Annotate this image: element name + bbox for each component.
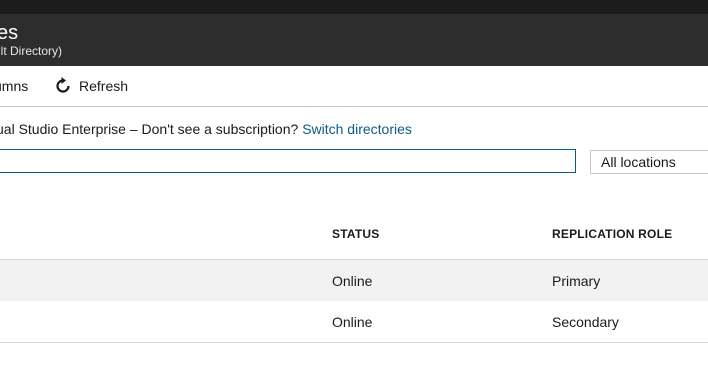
status-cell: Online	[332, 273, 373, 289]
column-header-replication-role[interactable]: REPLICATION ROLE	[552, 227, 672, 241]
refresh-label: Refresh	[79, 78, 129, 94]
table-row[interactable]: Online Secondary	[0, 301, 708, 343]
columns-button[interactable]: umns	[0, 66, 28, 106]
column-header-status[interactable]: STATUS	[332, 227, 379, 241]
subscription-info: ual Studio Enterprise – Don't see a subs…	[0, 121, 412, 137]
blade-header: es ult Directory)	[0, 14, 708, 66]
portal-top-bar	[0, 0, 708, 14]
replication-role-cell: Secondary	[552, 314, 619, 330]
replication-role-cell: Primary	[552, 273, 601, 289]
columns-label: umns	[0, 78, 29, 94]
blade-subtitle: ult Directory)	[0, 44, 63, 58]
refresh-button[interactable]: Refresh	[53, 66, 128, 106]
subscription-info-text: ual Studio Enterprise – Don't see a subs…	[0, 121, 303, 137]
refresh-icon	[56, 77, 70, 93]
location-dropdown-value: All locations	[601, 154, 676, 170]
location-dropdown[interactable]: All locations	[590, 150, 708, 174]
status-cell: Online	[332, 314, 373, 330]
toolbar: umns Refresh	[0, 66, 708, 107]
table-row[interactable]: Online Primary	[0, 259, 708, 302]
blade-title: es	[0, 22, 19, 44]
search-input[interactable]	[0, 149, 576, 173]
switch-directories-link[interactable]: Switch directories	[302, 121, 412, 137]
